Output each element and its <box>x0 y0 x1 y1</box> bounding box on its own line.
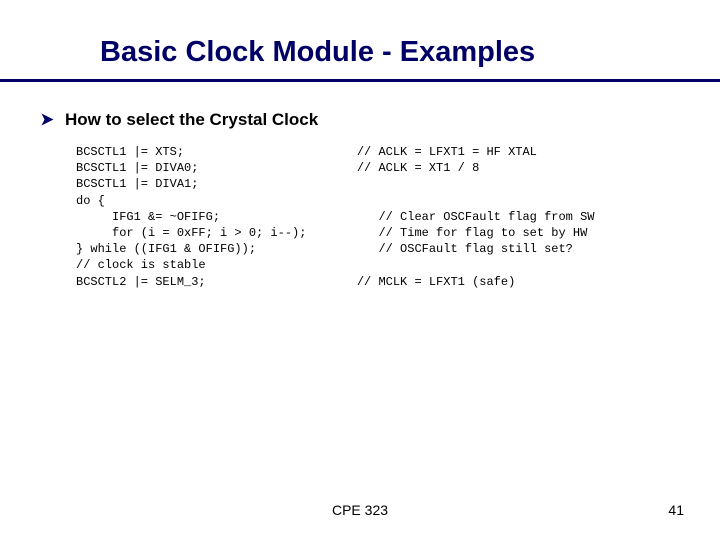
page-number: 41 <box>668 502 684 518</box>
page-title: Basic Clock Module - Examples <box>100 36 700 69</box>
body-area: How to select the Crystal Clock BCSCTL1 … <box>0 82 720 290</box>
title-area: Basic Clock Module - Examples <box>0 0 720 75</box>
code-block: BCSCTL1 |= XTS; // ACLK = LFXT1 = HF XTA… <box>76 144 680 290</box>
arrow-bullet-icon <box>40 112 55 127</box>
bullet-item: How to select the Crystal Clock <box>40 110 680 130</box>
slide: Basic Clock Module - Examples How to sel… <box>0 0 720 540</box>
bullet-text: How to select the Crystal Clock <box>65 110 318 130</box>
footer-center: CPE 323 <box>332 502 388 518</box>
